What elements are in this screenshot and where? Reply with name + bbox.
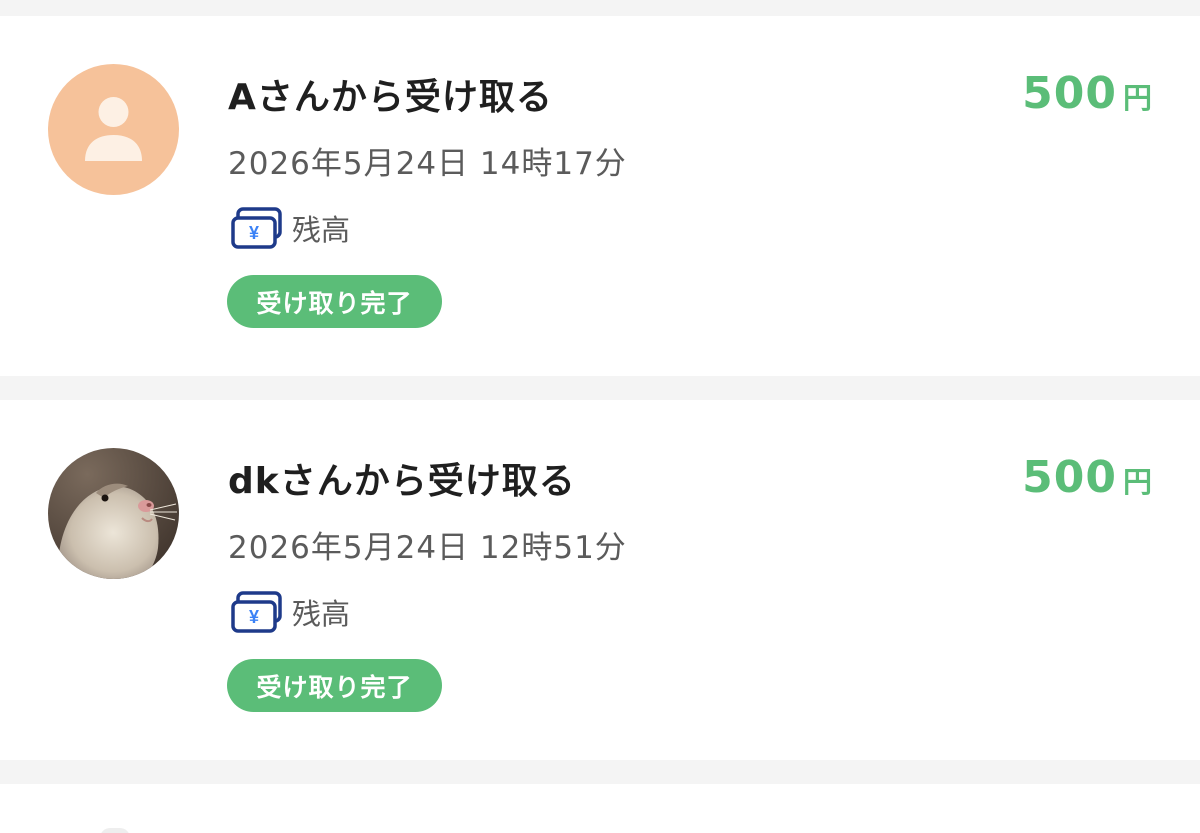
transaction-amount: 500 円 — [1022, 452, 1152, 503]
avatar — [100, 828, 130, 833]
avatar-hamster-photo — [48, 448, 179, 579]
payment-method-label: 残高 — [292, 597, 351, 631]
balance-wallet-icon: ¥ — [230, 206, 284, 250]
svg-text:¥: ¥ — [249, 607, 259, 627]
status-badge: 受け取り完了 — [227, 659, 442, 712]
payment-method-label: 残高 — [292, 213, 351, 247]
transaction-title: Aさんから受け取る — [228, 77, 553, 118]
transaction-card[interactable]: dkさんから受け取る 2026年5月24日 12時51分 ¥ 残高 受け取り完了… — [0, 400, 1200, 760]
currency-unit: 円 — [1122, 81, 1152, 115]
status-badge: 受け取り完了 — [227, 275, 442, 328]
payment-method: ¥ 残高 — [230, 206, 350, 250]
payment-method: ¥ 残高 — [230, 590, 350, 634]
svg-text:¥: ¥ — [249, 223, 259, 243]
transaction-datetime: 2026年5月24日 12時51分 — [228, 530, 627, 566]
transaction-card[interactable] — [0, 784, 1200, 833]
transaction-card[interactable]: Aさんから受け取る 2026年5月24日 14時17分 ¥ 残高 受け取り完了 … — [0, 16, 1200, 376]
balance-wallet-icon: ¥ — [230, 590, 284, 634]
currency-unit: 円 — [1122, 465, 1152, 499]
amount-value: 500 — [1022, 452, 1117, 503]
transaction-title: dkさんから受け取る — [228, 461, 576, 502]
transaction-list: Aさんから受け取る 2026年5月24日 14時17分 ¥ 残高 受け取り完了 … — [0, 0, 1200, 833]
amount-value: 500 — [1022, 68, 1117, 119]
transaction-datetime: 2026年5月24日 14時17分 — [228, 146, 627, 182]
avatar-default-person-icon — [48, 64, 179, 195]
transaction-amount: 500 円 — [1022, 68, 1152, 119]
